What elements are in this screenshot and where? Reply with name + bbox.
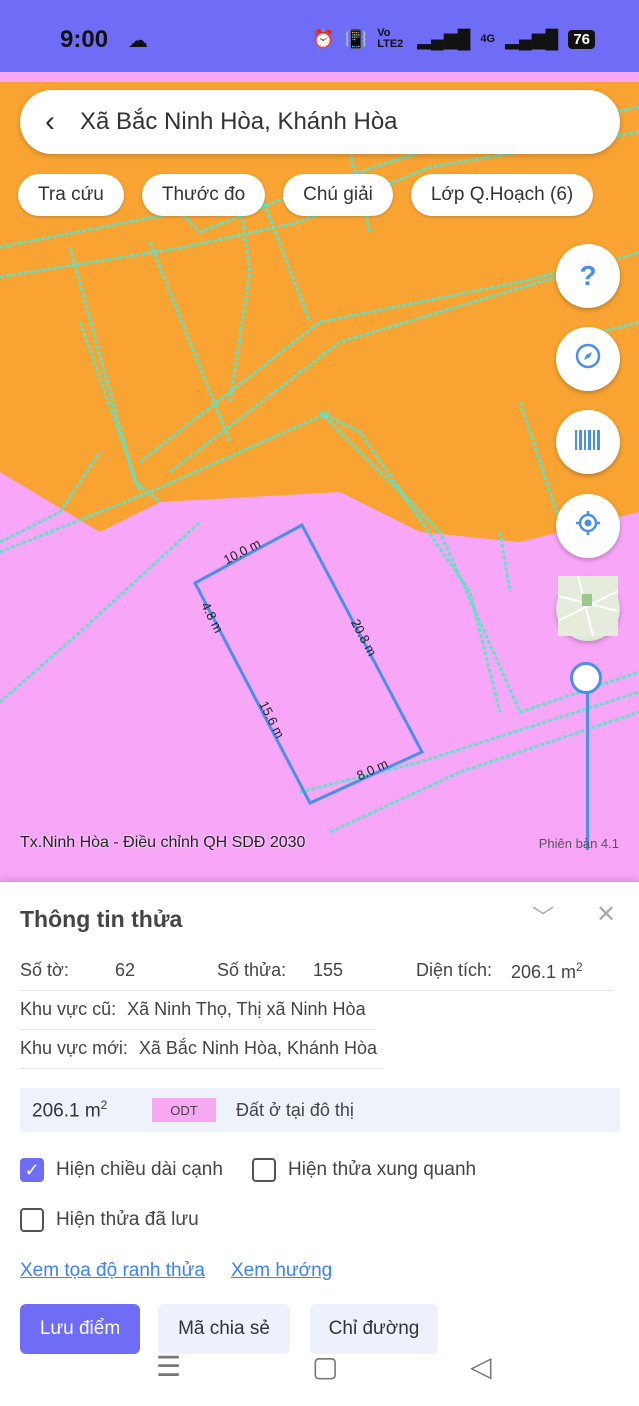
- old-area-label: Khu vực cũ:: [20, 999, 117, 1019]
- checkbox-checked-icon[interactable]: ✓: [20, 1158, 44, 1182]
- panel-title: Thông tin thửa: [20, 906, 183, 932]
- barcode-icon: [574, 426, 602, 458]
- signal-icon: ▂▄▆█: [417, 28, 471, 49]
- back-icon[interactable]: ◁: [470, 1350, 492, 1383]
- so-to-label: Số tờ:: [20, 960, 69, 980]
- volte-label: Vo LTE2: [377, 27, 404, 50]
- chip-chu-giai[interactable]: Chú giải: [283, 174, 393, 216]
- map-caption: Tx.Ninh Hòa - Điều chỉnh QH SDĐ 2030: [20, 834, 306, 851]
- checkbox-label: Hiện thửa đã lưu: [56, 1209, 199, 1230]
- so-thua-label: Số thửa:: [217, 960, 287, 980]
- barcode-button[interactable]: [556, 410, 620, 474]
- app-version: Phiên bản 4.1: [538, 836, 619, 851]
- land-area: 206.1 m2: [32, 1097, 108, 1122]
- network-label: 4G: [480, 33, 496, 45]
- parcel-numbers-row: Số tờ: 62 Số thửa: 155 Diện tích: 206.1 …: [20, 960, 583, 982]
- vibrate-icon: 📳: [344, 28, 368, 49]
- status-icons: ⏰ 📳 Vo LTE2 ▂▄▆█ 4G ▂▄▆█ 76: [312, 28, 595, 50]
- system-nav-bar: ☰ ▢ ◁: [0, 1350, 639, 1390]
- opacity-slider-handle[interactable]: [570, 662, 602, 694]
- so-to-value: 62: [115, 960, 136, 980]
- share-code-button[interactable]: Mã chia sẻ: [158, 1304, 290, 1354]
- checkbox-unchecked-icon[interactable]: [252, 1158, 276, 1182]
- compass-button[interactable]: [556, 327, 620, 391]
- opacity-slider-track[interactable]: [586, 680, 589, 850]
- divider: [20, 990, 614, 991]
- land-use-row: 206.1 m2 ODT Đất ở tại đô thị: [20, 1088, 620, 1132]
- show-saved-parcels-checkbox[interactable]: Hiện thửa đã lưu: [20, 1208, 199, 1232]
- chip-tra-cuu[interactable]: Tra cứu: [18, 174, 124, 216]
- save-point-button[interactable]: Lưu điểm: [20, 1304, 140, 1354]
- crosshair-icon: [575, 510, 601, 543]
- back-arrow-icon[interactable]: ‹: [20, 105, 80, 139]
- recent-apps-icon[interactable]: ☰: [156, 1350, 181, 1383]
- checkbox-label: Hiện chiều dài cạnh: [56, 1159, 223, 1180]
- new-area-row: Khu vực mới: Xã Bắc Ninh Hòa, Khánh Hòa: [20, 1038, 377, 1059]
- compass-icon: [575, 343, 601, 376]
- divider: [20, 1068, 384, 1069]
- chevron-down-icon[interactable]: ﹀: [532, 900, 554, 932]
- show-neighbors-checkbox[interactable]: Hiện thửa xung quanh: [252, 1158, 476, 1182]
- help-icon: ?: [579, 260, 597, 291]
- new-area-label: Khu vực mới:: [20, 1038, 128, 1058]
- clock: 9:00: [60, 26, 109, 53]
- status-bar: 9:00 ☁ ⏰ 📳 Vo LTE2 ▂▄▆█ 4G ▂▄▆█ 76: [0, 0, 639, 72]
- location-title: Xã Bắc Ninh Hòa, Khánh Hòa: [80, 108, 398, 135]
- close-icon[interactable]: ✕: [596, 900, 616, 929]
- chip-thuoc-do[interactable]: Thước đo: [141, 174, 266, 216]
- signal-icon-2: ▂▄▆█: [505, 28, 559, 49]
- directions-button[interactable]: Chỉ đường: [310, 1304, 438, 1354]
- so-thua-value: 155: [313, 960, 344, 980]
- battery-icon: 76: [568, 29, 595, 49]
- dien-tich-label: Diện tích:: [416, 960, 493, 980]
- new-area-value: Xã Bắc Ninh Hòa, Khánh Hòa: [138, 1038, 378, 1058]
- chip-lop-quy-hoach[interactable]: Lớp Q.Hoạch (6): [410, 174, 594, 216]
- home-icon[interactable]: ▢: [312, 1350, 338, 1383]
- alarm-icon: ⏰: [312, 28, 335, 49]
- divider: [20, 1029, 376, 1030]
- view-direction-link[interactable]: Xem hướng: [231, 1260, 332, 1282]
- show-edge-length-checkbox[interactable]: ✓ Hiện chiều dài cạnh: [20, 1158, 223, 1182]
- dien-tich-value: 206.1 m2: [511, 960, 583, 982]
- help-button[interactable]: ?: [556, 244, 620, 308]
- view-coordinates-link[interactable]: Xem tọa độ ranh thửa: [20, 1260, 205, 1282]
- map-chips: Tra cứu Thước đo Chú giải Lớp Q.Hoạch (6…: [18, 174, 594, 216]
- old-area-row: Khu vực cũ: Xã Ninh Thọ, Thị xã Ninh Hòa: [20, 999, 366, 1020]
- land-code-badge: ODT: [152, 1098, 216, 1122]
- land-type: Đất ở tại đô thị: [236, 1099, 354, 1120]
- cloud-icon: ☁: [128, 30, 148, 52]
- parcel-info-panel: Thông tin thửa ﹀ ✕ Số tờ: 62 Số thửa: 15…: [0, 882, 639, 1406]
- checkbox-label: Hiện thửa xung quanh: [288, 1159, 477, 1180]
- locate-button[interactable]: [556, 494, 620, 558]
- checkbox-unchecked-icon[interactable]: [20, 1208, 44, 1232]
- map-type-button[interactable]: [556, 575, 620, 643]
- old-area-value: Xã Ninh Thọ, Thị xã Ninh Hòa: [127, 999, 366, 1019]
- map-thumbnail-icon: [557, 575, 619, 643]
- search-bar[interactable]: ‹ Xã Bắc Ninh Hòa, Khánh Hòa: [20, 90, 620, 154]
